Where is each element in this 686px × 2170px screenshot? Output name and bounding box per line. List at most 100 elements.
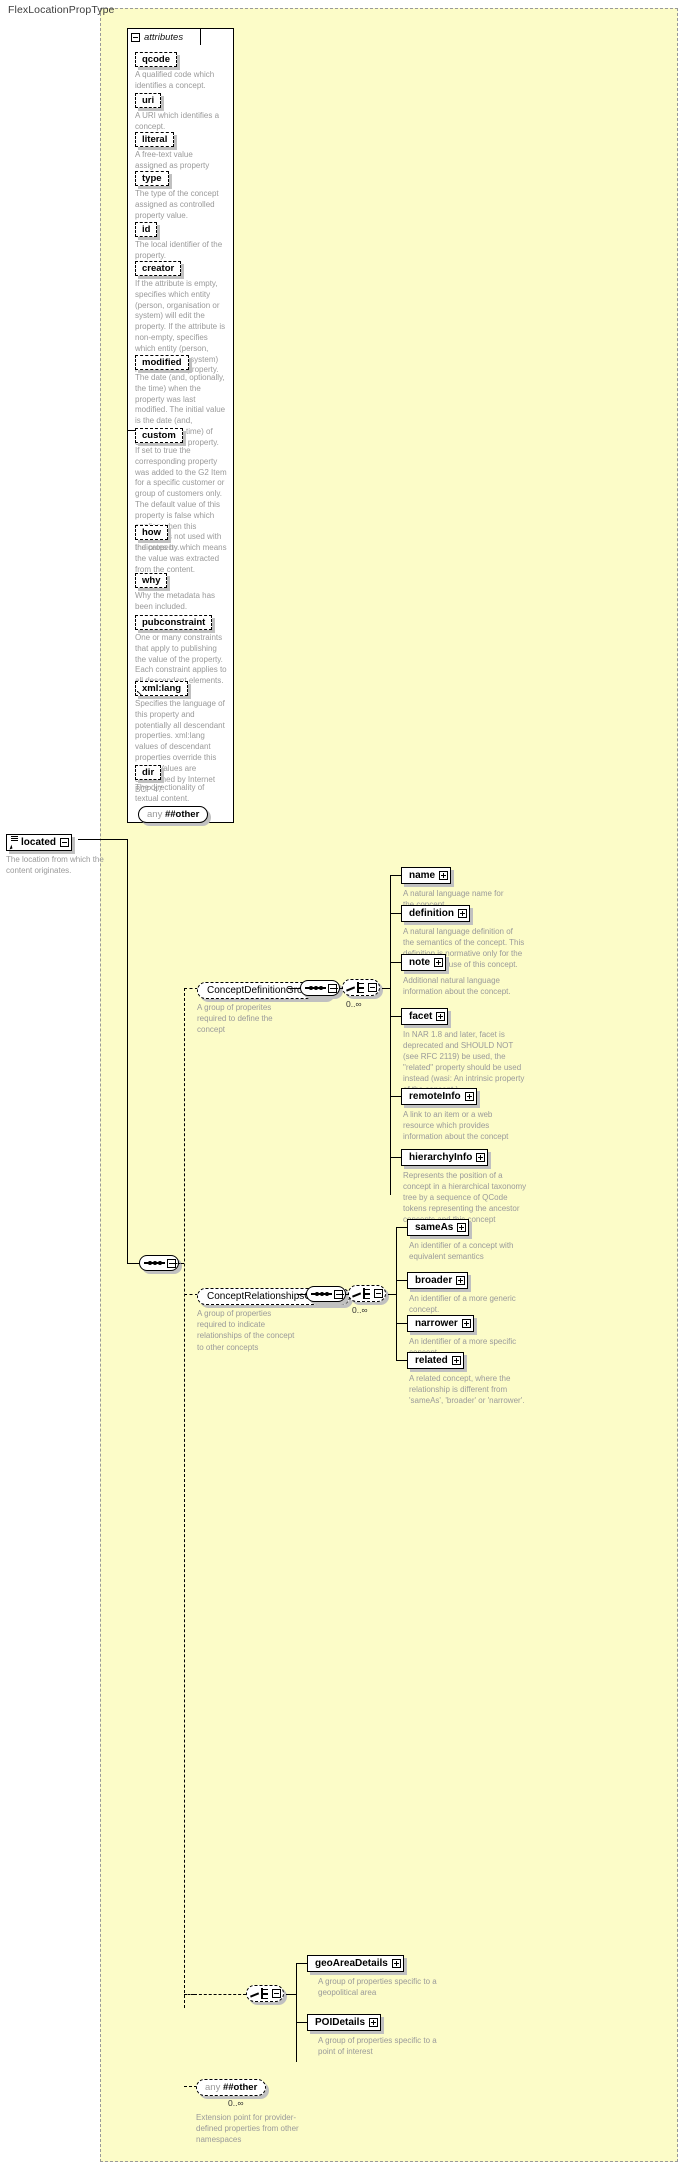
choice-node[interactable] [342, 979, 380, 996]
attribute-chip[interactable]: literal [135, 132, 175, 147]
element-description: Additional natural language information … [403, 976, 511, 997]
sequence-node[interactable] [139, 1255, 179, 1271]
expand-plus-icon[interactable] [476, 1153, 486, 1162]
root-sequence-node[interactable] [139, 1255, 179, 1274]
sequence-node[interactable] [300, 980, 340, 996]
attribute-chip[interactable]: custom [135, 428, 183, 443]
attribute-chip[interactable]: creator [135, 261, 182, 276]
root-element-located[interactable]: located The location from which the cont… [6, 830, 114, 877]
element-hierarchyinfo[interactable]: hierarchyInfo [401, 1149, 489, 1166]
attribute-type[interactable]: type The type of the concept assigned as… [135, 168, 227, 221]
attribute-dir[interactable]: dir The directionality of textual conten… [135, 762, 227, 805]
branch-stub-relationships-group [184, 1294, 198, 1295]
element-name[interactable]: name [401, 867, 452, 884]
element-facet[interactable]: facet [401, 1008, 449, 1025]
element-label: name [409, 870, 436, 881]
element-box[interactable]: located [6, 834, 73, 851]
branch-spine [184, 988, 185, 2008]
attribute-chip[interactable]: why [135, 573, 168, 588]
attribute-chip[interactable]: uri [135, 93, 162, 108]
attributes-any-other[interactable]: any ##other [138, 804, 209, 823]
attribute-description: Why the metadata has been included. [135, 591, 216, 611]
element-sameas[interactable]: sameAs [407, 1219, 470, 1236]
expand-plus-icon[interactable] [436, 1012, 446, 1021]
element-description: An identifier of a more generic concept. [409, 1294, 516, 1315]
attribute-chip[interactable]: type [135, 171, 169, 186]
attribute-chip[interactable]: id [135, 222, 158, 237]
attribute-chip[interactable]: pubconstraint [135, 615, 213, 630]
element-description: A group of properties specific to a poin… [318, 2036, 437, 2057]
element-broader[interactable]: broader [407, 1272, 469, 1289]
relgroup-column-spine [396, 1227, 397, 1361]
element-geoareadetails[interactable]: geoAreaDetails [307, 1955, 404, 1972]
sequence-node[interactable] [306, 1286, 346, 1302]
cardinality-label: 0..∞ [352, 1305, 368, 1315]
attribute-chip[interactable]: how [135, 525, 168, 540]
collapse-minus-icon[interactable] [131, 32, 140, 42]
expand-plus-icon[interactable] [434, 958, 444, 967]
expand-plus-icon[interactable] [451, 1356, 461, 1365]
attribute-uri[interactable]: uri A URI which identifies a concept. [135, 90, 227, 133]
expand-plus-icon[interactable] [369, 2018, 379, 2027]
tail-any-other[interactable]: any ##other 0..∞ Extension point for pro… [196, 2077, 308, 2144]
expand-plus-icon[interactable] [439, 871, 449, 880]
any-keyword: any [205, 2082, 221, 2093]
attribute-chip[interactable]: modified [135, 355, 189, 370]
element-description: Represents the position of a concept in … [403, 1171, 527, 1225]
attributes-tab[interactable]: attributes [127, 28, 201, 45]
defgroup-column-spine [390, 875, 391, 1195]
choice-node[interactable] [348, 1285, 386, 1302]
element-label: broader [415, 1275, 453, 1286]
element-label: POIDetails [315, 2017, 366, 2028]
any-other-chip[interactable]: any ##other [138, 806, 209, 823]
attribute-chip[interactable]: dir [135, 765, 162, 780]
details-choice-node[interactable] [246, 1985, 284, 2005]
expand-plus-icon[interactable] [457, 1223, 467, 1232]
collapse-minus-icon[interactable] [60, 838, 70, 847]
expand-plus-icon[interactable] [391, 1959, 401, 1968]
definition-group-sequence[interactable] [300, 980, 340, 999]
any-other-chip[interactable]: any ##other [196, 2079, 267, 2096]
choice-glyph-icon [250, 1987, 272, 2000]
element-related[interactable]: related [407, 1352, 464, 1369]
any-keyword: any [147, 809, 163, 820]
attribute-pubconstraint[interactable]: pubconstraint One or many constraints th… [135, 612, 227, 687]
relationships-group-choice[interactable]: 0..∞ [348, 1285, 386, 1315]
element-remoteinfo[interactable]: remoteInfo [401, 1088, 477, 1105]
element-narrower[interactable]: narrower [407, 1315, 474, 1332]
collapse-minus-icon[interactable] [272, 1989, 281, 1998]
expand-plus-icon[interactable] [464, 1092, 474, 1101]
choice-glyph-icon [352, 1287, 374, 1300]
expand-plus-icon[interactable] [456, 1276, 466, 1285]
sequence-glyph-icon [310, 1288, 334, 1300]
attribute-qcode[interactable]: qcode A qualified code which identifies … [135, 49, 227, 92]
element-label: definition [409, 908, 454, 919]
choice-node[interactable] [246, 1985, 284, 2002]
connector-located-to-type [78, 839, 127, 840]
collapse-minus-icon[interactable] [374, 1289, 383, 1298]
attribute-description: A qualified code which identifies a conc… [135, 70, 215, 90]
element-description: A related concept, where the relationshi… [409, 1374, 525, 1406]
attribute-chip[interactable]: qcode [135, 52, 177, 67]
element-note[interactable]: note [401, 954, 447, 971]
attributes-inner-guide [127, 430, 128, 823]
attribute-how[interactable]: how Indicates by which means the value w… [135, 522, 227, 575]
element-definition[interactable]: definition [401, 905, 470, 922]
definition-group-choice[interactable]: 0..∞ [342, 979, 380, 1009]
relationships-group-sequence[interactable] [306, 1286, 346, 1305]
details-column-spine [296, 1963, 297, 2062]
expand-plus-icon[interactable] [461, 1319, 471, 1328]
attribute-chip[interactable]: xml:lang [135, 681, 189, 696]
connector-spine-to-details-choice [194, 1994, 246, 1995]
element-poidetails[interactable]: POIDetails [307, 2014, 382, 2031]
attribute-id[interactable]: id The local identifier of the property. [135, 219, 227, 262]
element-label: facet [409, 1011, 433, 1022]
spine-vertical [127, 839, 128, 1264]
cardinality-label: 0..∞ [228, 2098, 244, 2108]
element-label: narrower [415, 1318, 458, 1329]
element-description: In NAR 1.8 and later, facet is deprecate… [403, 1030, 525, 1094]
attribute-why[interactable]: why Why the metadata has been included. [135, 570, 227, 613]
collapse-minus-icon[interactable] [368, 983, 377, 992]
cardinality-label: 0..∞ [346, 999, 362, 1009]
expand-plus-icon[interactable] [458, 909, 467, 918]
